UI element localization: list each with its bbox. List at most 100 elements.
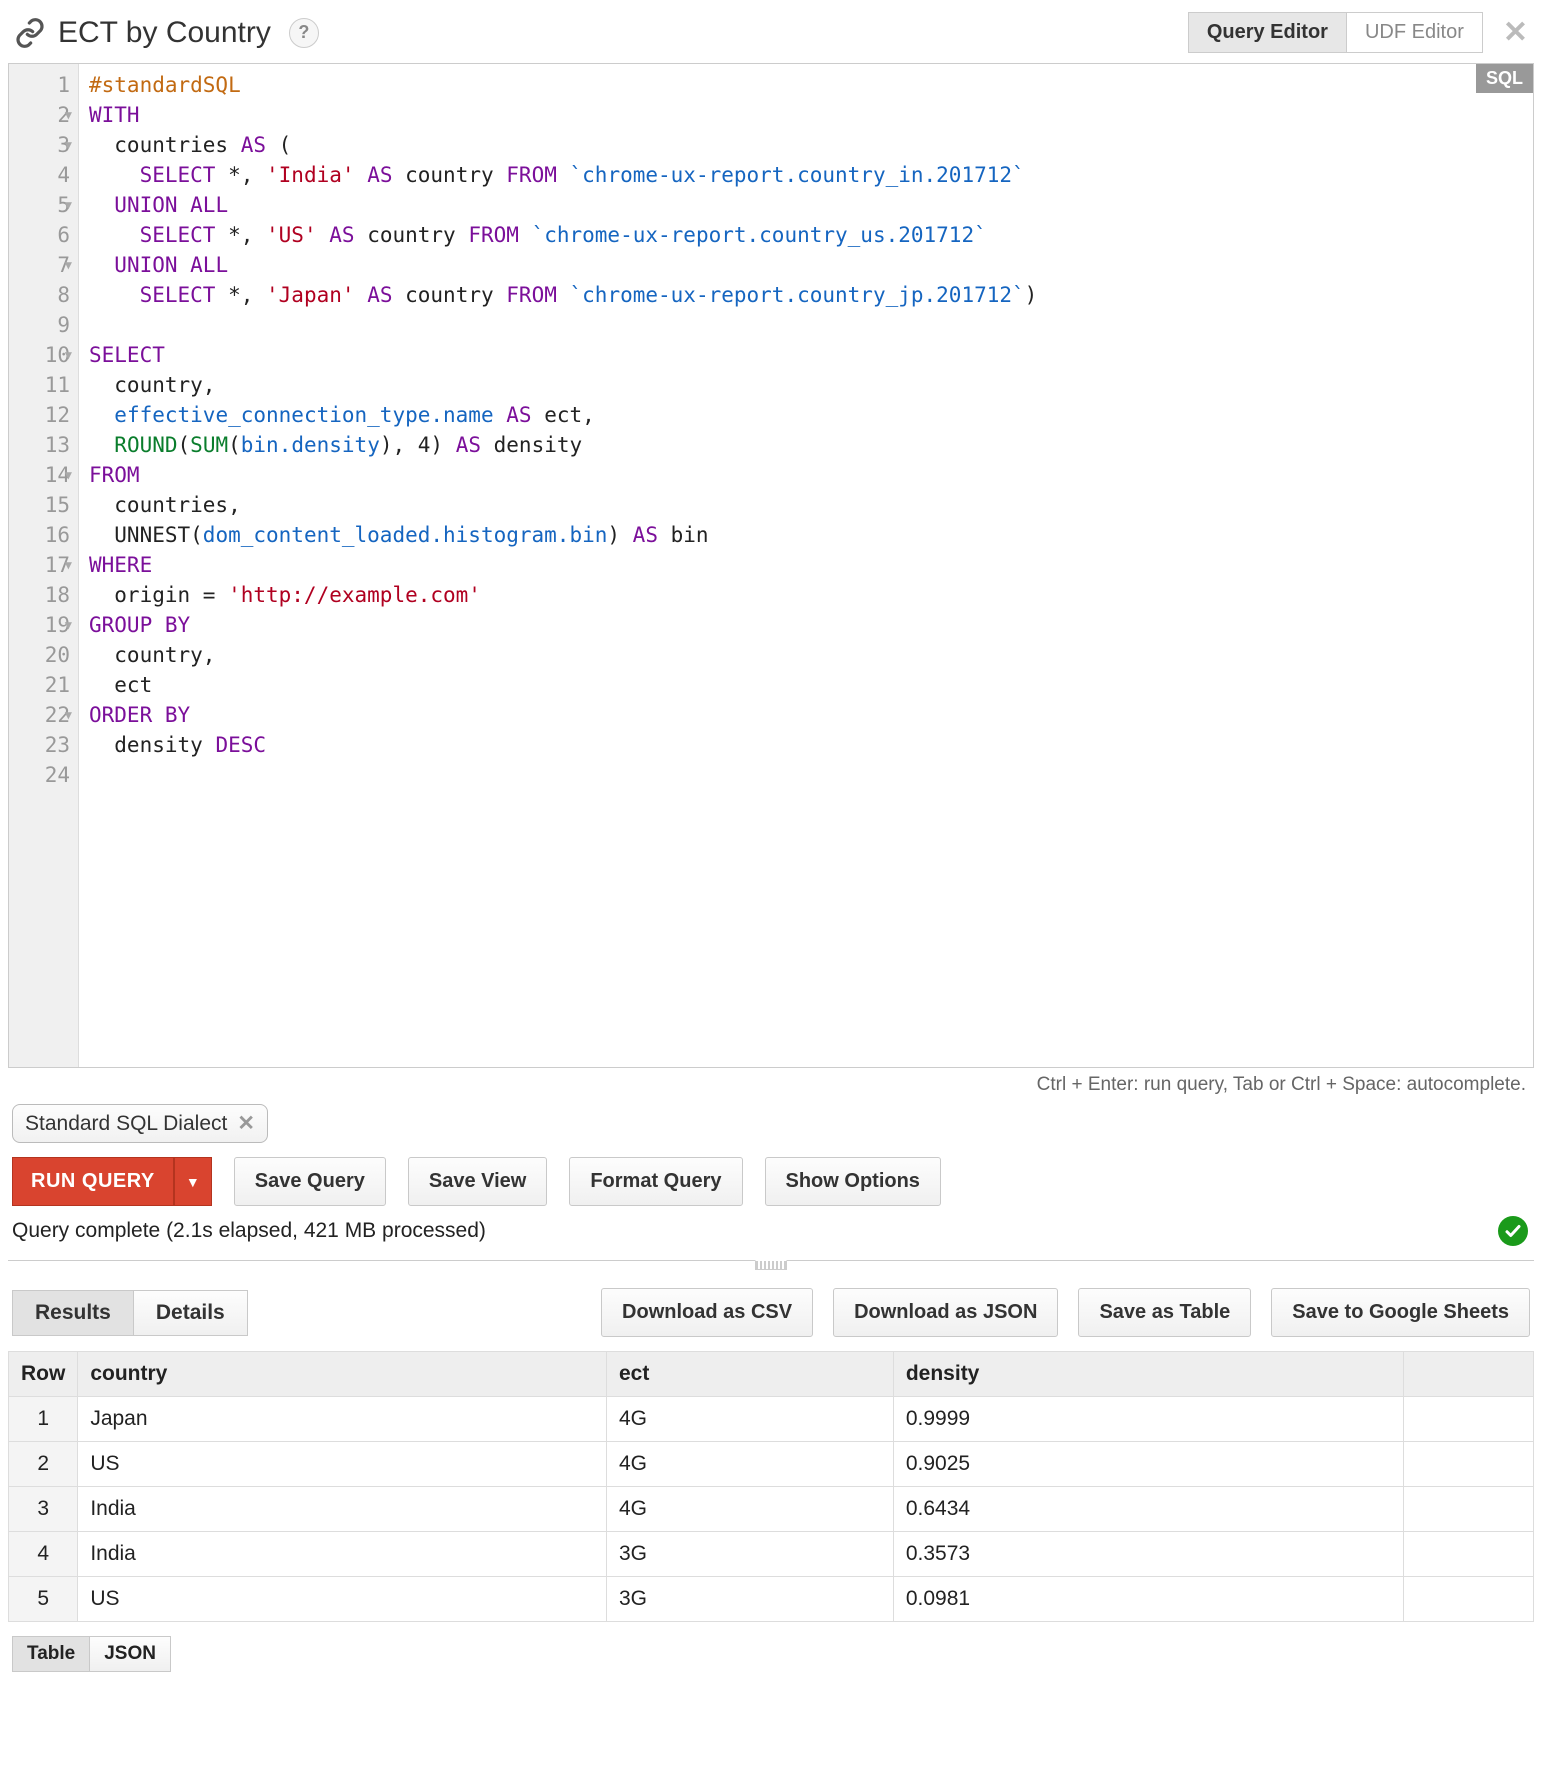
code-line[interactable]: country, [89,370,1523,400]
gutter-line: 19▼ [9,610,70,640]
table-cell: Japan [78,1397,607,1442]
close-icon[interactable]: ✕ [237,1111,255,1136]
fold-caret-icon[interactable]: ▼ [65,190,72,220]
table-cell: 4G [606,1397,893,1442]
gutter-line: 20 [9,640,70,670]
code-line[interactable]: countries AS ( [89,130,1523,160]
dialect-chip-label: Standard SQL Dialect [25,1112,227,1136]
code-line[interactable]: #standardSQL [89,70,1523,100]
gutter-line: 11 [9,370,70,400]
gutter-line: 5▼ [9,190,70,220]
language-badge: SQL [1476,64,1533,93]
code-line[interactable]: UNION ALL [89,250,1523,280]
fold-caret-icon[interactable]: ▼ [65,100,72,130]
code-editor[interactable]: SQL 12▼3▼45▼67▼8910▼11121314▼151617▼1819… [8,63,1534,1068]
save-as-table-button[interactable]: Save as Table [1078,1288,1251,1337]
fold-caret-icon[interactable]: ▼ [65,610,72,640]
table-cell: 3G [606,1577,893,1622]
show-options-button[interactable]: Show Options [765,1157,941,1206]
format-query-button[interactable]: Format Query [569,1157,742,1206]
code-line[interactable] [89,310,1523,340]
code-line[interactable]: FROM [89,460,1523,490]
gutter-line: 16 [9,520,70,550]
code-line[interactable]: SELECT *, 'US' AS country FROM `chrome-u… [89,220,1523,250]
run-query-dropdown[interactable]: ▼ [174,1157,212,1206]
table-cell: 0.9999 [893,1397,1404,1442]
format-table-option[interactable]: Table [12,1636,90,1672]
code-line[interactable]: SELECT *, 'Japan' AS country FROM `chrom… [89,280,1523,310]
code-line[interactable]: WITH [89,100,1523,130]
code-line[interactable]: countries, [89,490,1523,520]
gutter-line: 21 [9,670,70,700]
download-json-button[interactable]: Download as JSON [833,1288,1058,1337]
download-csv-button[interactable]: Download as CSV [601,1288,813,1337]
fold-caret-icon[interactable]: ▼ [65,340,72,370]
gutter-line: 6 [9,220,70,250]
table-cell-filler [1404,1487,1534,1532]
link-icon [14,17,46,49]
table-cell: 4G [606,1442,893,1487]
fold-caret-icon[interactable]: ▼ [65,130,72,160]
code-line[interactable]: WHERE [89,550,1523,580]
gutter-line: 4 [9,160,70,190]
gutter-line: 13 [9,430,70,460]
editor-code[interactable]: #standardSQLWITH countries AS ( SELECT *… [79,64,1533,1067]
dialect-chip[interactable]: Standard SQL Dialect ✕ [12,1104,268,1143]
fold-caret-icon[interactable]: ▼ [65,250,72,280]
table-cell: 5 [9,1577,78,1622]
table-cell: 0.9025 [893,1442,1404,1487]
header-left: ECT by Country ? [14,16,1188,50]
save-query-button[interactable]: Save Query [234,1157,386,1206]
code-line[interactable] [89,760,1523,790]
header: ECT by Country ? Query Editor UDF Editor… [8,8,1534,63]
column-header: ect [606,1352,893,1397]
table-cell-filler [1404,1442,1534,1487]
save-view-button[interactable]: Save View [408,1157,547,1206]
code-line[interactable]: ect [89,670,1523,700]
table-row: 4India3G0.3573 [9,1532,1534,1577]
code-line[interactable]: UNION ALL [89,190,1523,220]
code-line[interactable]: effective_connection_type.name AS ect, [89,400,1523,430]
code-line[interactable]: UNNEST(dom_content_loaded.histogram.bin)… [89,520,1523,550]
gutter-line: 12 [9,400,70,430]
table-cell-filler [1404,1577,1534,1622]
gutter-line: 22▼ [9,700,70,730]
table-cell: 0.0981 [893,1577,1404,1622]
tab-query-editor[interactable]: Query Editor [1188,12,1347,53]
table-cell: US [78,1577,607,1622]
tab-details[interactable]: Details [134,1290,248,1336]
fold-caret-icon[interactable]: ▼ [65,700,72,730]
tab-udf-editor[interactable]: UDF Editor [1347,12,1483,53]
page-title: ECT by Country [58,16,271,50]
table-cell: India [78,1532,607,1577]
code-line[interactable]: ROUND(SUM(bin.density), 4) AS density [89,430,1523,460]
format-json-option[interactable]: JSON [90,1636,171,1672]
results-header-row: Rowcountryectdensity [9,1352,1534,1397]
gutter-line: 23 [9,730,70,760]
code-line[interactable]: GROUP BY [89,610,1523,640]
code-line[interactable]: ORDER BY [89,700,1523,730]
gutter-line: 10▼ [9,340,70,370]
save-to-sheets-button[interactable]: Save to Google Sheets [1271,1288,1530,1337]
code-line[interactable]: density DESC [89,730,1523,760]
header-right: Query Editor UDF Editor ✕ [1188,12,1528,53]
column-header: Row [9,1352,78,1397]
gutter-line: 24 [9,760,70,790]
tab-results[interactable]: Results [12,1290,134,1336]
pane-divider[interactable] [8,1260,1534,1274]
table-cell: India [78,1487,607,1532]
gutter-line: 2▼ [9,100,70,130]
fold-caret-icon[interactable]: ▼ [65,460,72,490]
fold-caret-icon[interactable]: ▼ [65,550,72,580]
drag-handle-icon[interactable] [755,1260,787,1270]
help-icon[interactable]: ? [289,18,319,48]
code-line[interactable]: SELECT [89,340,1523,370]
code-line[interactable]: country, [89,640,1523,670]
table-cell-filler [1404,1397,1534,1442]
code-line[interactable]: origin = 'http://example.com' [89,580,1523,610]
close-icon[interactable]: ✕ [1503,18,1528,48]
table-cell: 3G [606,1532,893,1577]
run-query-button[interactable]: RUN QUERY [12,1157,174,1206]
code-line[interactable]: SELECT *, 'India' AS country FROM `chrom… [89,160,1523,190]
gutter-line: 18 [9,580,70,610]
